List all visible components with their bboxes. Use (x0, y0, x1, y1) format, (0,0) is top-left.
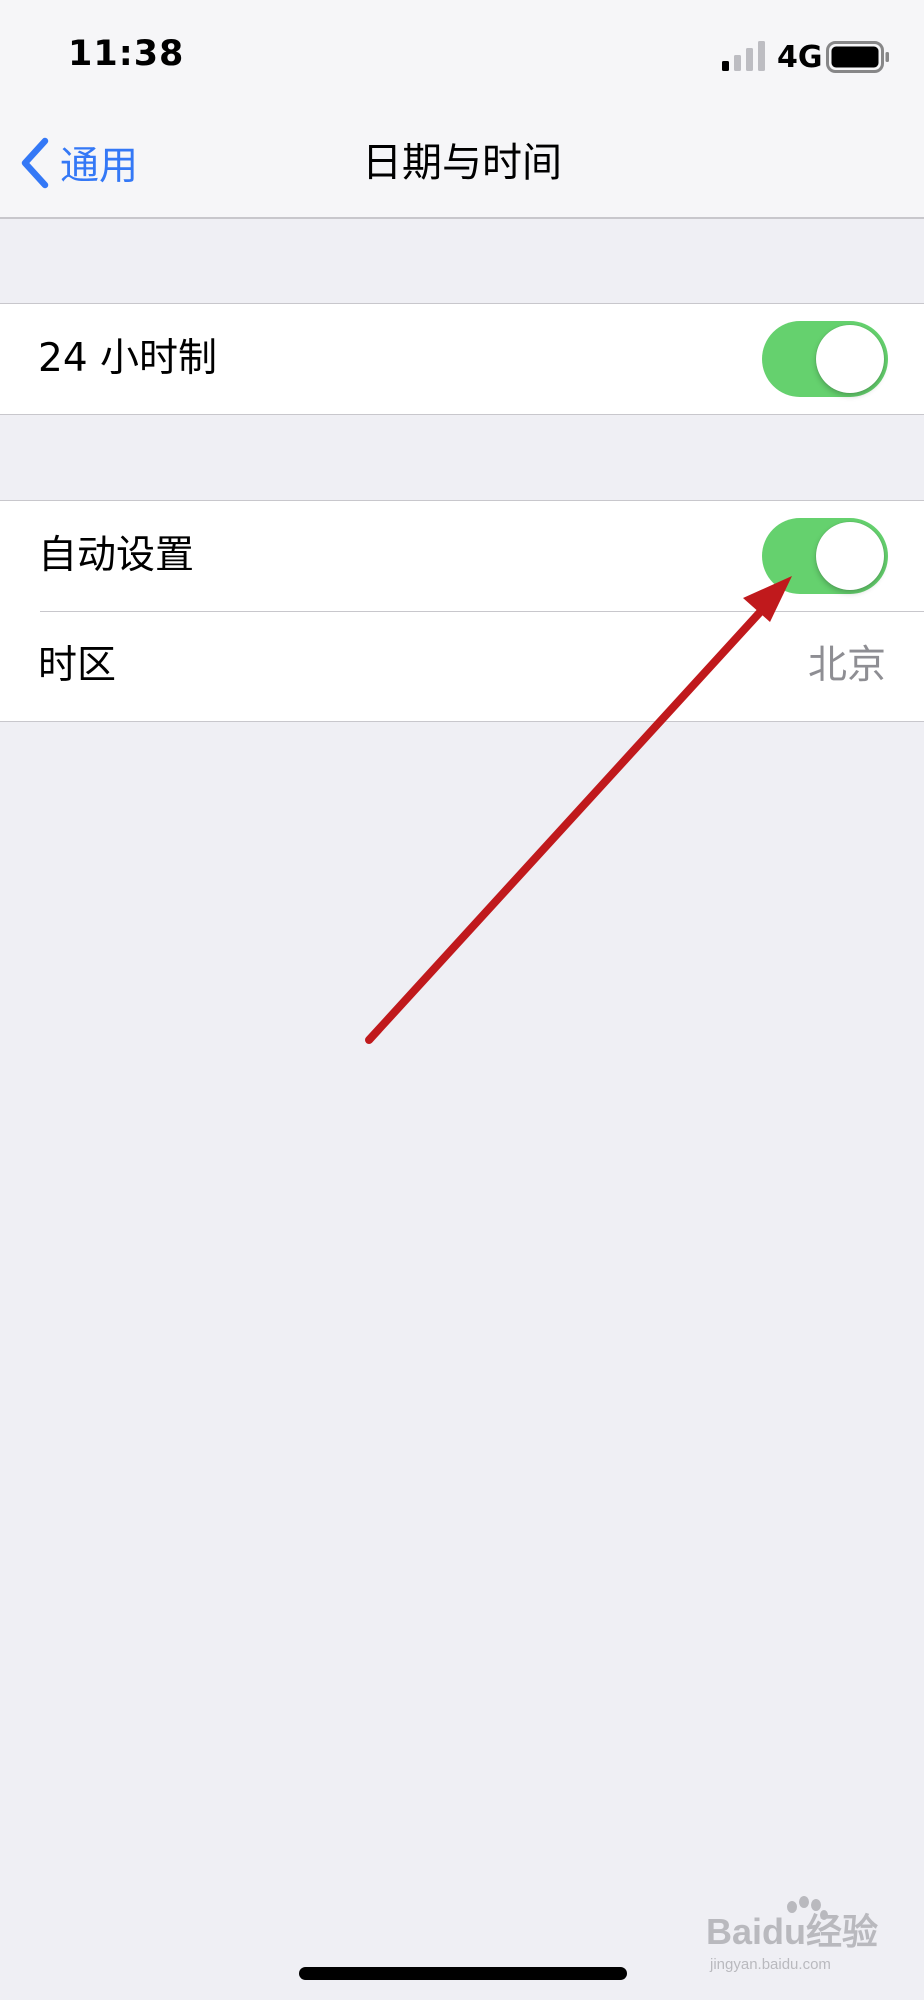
status-bar: 11:38 4G (0, 0, 924, 110)
status-time: 11:38 (68, 34, 185, 74)
chevron-left-icon (21, 137, 49, 189)
setting-row-time-zone[interactable]: 时区 北京 (0, 611, 924, 721)
setting-row-24-hour: 24 小时制 (0, 304, 924, 414)
setting-label-24-hour: 24 小时制 (38, 336, 218, 381)
toggle-24-hour[interactable] (762, 321, 888, 397)
setting-label-time-zone: 时区 (38, 643, 117, 688)
setting-label-auto-set: 自动设置 (38, 533, 195, 578)
toggle-knob (816, 522, 884, 590)
signal-icon (722, 41, 765, 71)
watermark-text: Baidu经验 (706, 1911, 878, 1952)
setting-value-time-zone: 北京 (807, 643, 886, 688)
watermark-logo: Baidu经验 jingyan.baidu.com (706, 1896, 878, 1973)
network-type-label: 4G (777, 40, 823, 75)
watermark-subtext: jingyan.baidu.com (709, 1956, 831, 1973)
setting-row-auto-set: 自动设置 (0, 501, 924, 611)
annotation-arrow (365, 576, 792, 1044)
battery-icon (826, 41, 889, 73)
home-indicator[interactable] (299, 1967, 627, 1980)
toggle-knob (816, 325, 884, 393)
settings-group-auto: 自动设置 时区 北京 (0, 500, 924, 722)
back-button[interactable]: 通用 (18, 130, 138, 196)
toggle-auto-set[interactable] (762, 518, 888, 594)
navigation-bar: 通用 日期与时间 (0, 110, 924, 219)
settings-group-time-format: 24 小时制 (0, 303, 924, 415)
back-button-label: 通用 (60, 144, 139, 189)
page-title: 日期与时间 (362, 140, 562, 186)
